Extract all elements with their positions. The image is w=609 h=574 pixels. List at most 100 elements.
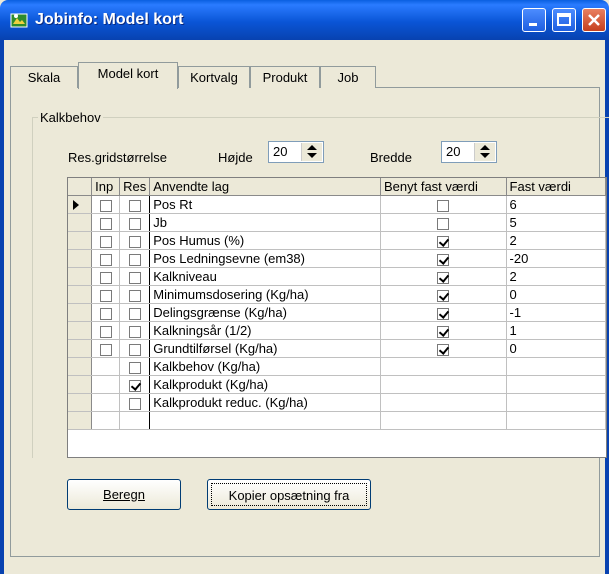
- table-row[interactable]: Jb 5: [68, 213, 606, 232]
- close-button[interactable]: [582, 8, 606, 32]
- empty-cell[interactable]: [149, 411, 381, 430]
- checkbox[interactable]: [128, 307, 141, 320]
- fixed-value-cell[interactable]: -20: [506, 249, 606, 268]
- checkbox[interactable]: [437, 343, 450, 356]
- inp-cell[interactable]: [91, 303, 121, 322]
- table-row[interactable]: Pos Rt 6: [68, 195, 606, 214]
- checkbox[interactable]: [99, 199, 112, 212]
- height-spinner-arrows[interactable]: [301, 143, 322, 161]
- checkbox[interactable]: [128, 379, 141, 392]
- minimize-button[interactable]: [522, 8, 546, 32]
- use-fixed-cell[interactable]: [380, 321, 507, 340]
- table-row[interactable]: Pos Humus (%) 2: [68, 231, 606, 250]
- row-header[interactable]: [68, 303, 93, 322]
- checkbox[interactable]: [128, 397, 141, 410]
- empty-cell[interactable]: [91, 411, 121, 430]
- res-cell[interactable]: [119, 249, 151, 268]
- tab-job[interactable]: Job: [320, 66, 376, 88]
- col-header-res[interactable]: Res: [119, 178, 151, 196]
- inp-cell[interactable]: [91, 213, 121, 232]
- checkbox[interactable]: [437, 217, 450, 230]
- row-header[interactable]: [68, 285, 93, 304]
- row-header[interactable]: [68, 393, 93, 412]
- use-fixed-cell[interactable]: [380, 213, 507, 232]
- tab-skala[interactable]: Skala: [10, 66, 78, 88]
- tab-kortvalg[interactable]: Kortvalg: [178, 66, 250, 88]
- res-cell[interactable]: [119, 231, 151, 250]
- row-header[interactable]: [68, 375, 93, 394]
- checkbox[interactable]: [128, 271, 141, 284]
- checkbox[interactable]: [99, 325, 112, 338]
- layers-grid[interactable]: Inp Res Anvendte lag Benyt fast værdi Fa…: [67, 177, 607, 458]
- checkbox[interactable]: [128, 343, 141, 356]
- row-header[interactable]: [68, 213, 93, 232]
- use-fixed-cell[interactable]: [380, 249, 507, 268]
- tab-model-kort[interactable]: Model kort: [78, 62, 178, 89]
- checkbox[interactable]: [437, 271, 450, 284]
- inp-cell[interactable]: [91, 321, 121, 340]
- inp-cell[interactable]: [91, 285, 121, 304]
- use-fixed-cell[interactable]: [380, 303, 507, 322]
- use-fixed-cell[interactable]: [380, 195, 507, 214]
- col-header-inp[interactable]: Inp: [91, 178, 121, 196]
- fixed-value-cell[interactable]: [506, 393, 606, 412]
- empty-cell[interactable]: [506, 411, 606, 430]
- checkbox[interactable]: [128, 217, 141, 230]
- res-cell[interactable]: [119, 195, 151, 214]
- checkbox[interactable]: [128, 289, 141, 302]
- fixed-value-cell[interactable]: 2: [506, 267, 606, 286]
- table-row[interactable]: Minimumsdosering (Kg/ha) 0: [68, 285, 606, 304]
- checkbox[interactable]: [99, 307, 112, 320]
- res-cell[interactable]: [119, 213, 151, 232]
- res-cell[interactable]: [119, 393, 151, 412]
- checkbox[interactable]: [128, 253, 141, 266]
- table-row[interactable]: Kalkniveau 2: [68, 267, 606, 286]
- table-row[interactable]: Pos Ledningsevne (em38) -20: [68, 249, 606, 268]
- row-header[interactable]: [68, 267, 93, 286]
- checkbox[interactable]: [99, 289, 112, 302]
- checkbox[interactable]: [128, 361, 141, 374]
- empty-cell[interactable]: [68, 411, 93, 430]
- checkbox[interactable]: [437, 307, 450, 320]
- fixed-value-cell[interactable]: 5: [506, 213, 606, 232]
- table-row-empty[interactable]: [68, 411, 606, 430]
- fixed-value-cell[interactable]: [506, 375, 606, 394]
- res-cell[interactable]: [119, 375, 151, 394]
- checkbox[interactable]: [99, 235, 112, 248]
- width-spinner[interactable]: 20: [441, 141, 497, 163]
- inp-cell[interactable]: [91, 231, 121, 250]
- row-header[interactable]: [68, 195, 93, 214]
- empty-cell[interactable]: [380, 411, 507, 430]
- inp-cell[interactable]: [91, 267, 121, 286]
- res-cell[interactable]: [119, 303, 151, 322]
- checkbox[interactable]: [437, 289, 450, 302]
- table-row[interactable]: Kalkbehov (Kg/ha): [68, 357, 606, 376]
- checkbox[interactable]: [99, 217, 112, 230]
- use-fixed-cell[interactable]: [380, 285, 507, 304]
- maximize-button[interactable]: [552, 8, 576, 32]
- inp-cell[interactable]: [91, 339, 121, 358]
- fixed-value-cell[interactable]: -1: [506, 303, 606, 322]
- checkbox[interactable]: [99, 271, 112, 284]
- res-cell[interactable]: [119, 357, 151, 376]
- fixed-value-cell[interactable]: 1: [506, 321, 606, 340]
- checkbox[interactable]: [128, 325, 141, 338]
- checkbox[interactable]: [99, 343, 112, 356]
- row-header[interactable]: [68, 339, 93, 358]
- fixed-value-cell[interactable]: 2: [506, 231, 606, 250]
- checkbox[interactable]: [128, 235, 141, 248]
- row-header[interactable]: [68, 321, 93, 340]
- checkbox[interactable]: [437, 325, 450, 338]
- use-fixed-cell[interactable]: [380, 267, 507, 286]
- res-cell[interactable]: [119, 321, 151, 340]
- row-header[interactable]: [68, 231, 93, 250]
- table-row[interactable]: Kalkningsår (1/2) 1: [68, 321, 606, 340]
- width-spinner-arrows[interactable]: [474, 143, 495, 161]
- table-row[interactable]: Delingsgrænse (Kg/ha) -1: [68, 303, 606, 322]
- row-header[interactable]: [68, 357, 93, 376]
- fixed-value-cell[interactable]: 6: [506, 195, 606, 214]
- fixed-value-cell[interactable]: [506, 357, 606, 376]
- checkbox[interactable]: [99, 253, 112, 266]
- fixed-value-cell[interactable]: 0: [506, 339, 606, 358]
- checkbox[interactable]: [437, 199, 450, 212]
